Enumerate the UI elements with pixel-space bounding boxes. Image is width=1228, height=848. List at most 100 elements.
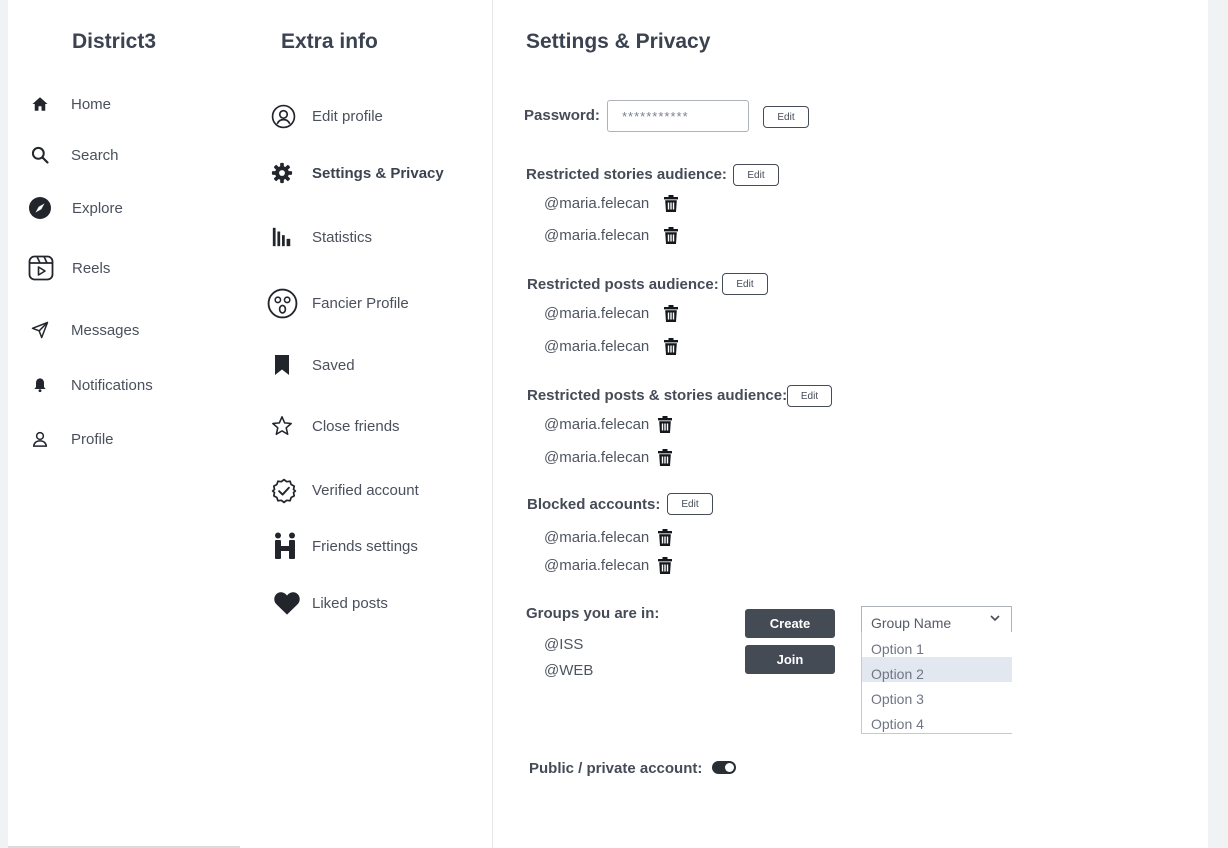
trash-icon[interactable] [664,338,679,355]
dropdown-placeholder: Group Name [871,615,952,631]
toggle-knob [725,763,734,772]
privacy-label: Public / private account: [529,760,703,777]
dropdown-option[interactable]: Option 4 [862,707,1012,732]
extra-item-label: Close friends [312,417,400,435]
extra-item-label: Statistics [312,228,373,246]
sidebar-item-label: Home [71,95,112,113]
sidebar-item-label: Profile [71,430,114,448]
list-item: @maria.felecan [544,449,673,466]
username: @maria.felecan [544,557,650,574]
column-divider [492,0,493,848]
dropdown-options: Option 1 Option 2 Option 3 Option 4 [861,632,1012,734]
edit-blocked-accounts-button[interactable]: Edit [667,493,713,515]
extra-info-title: Extra info [281,30,378,53]
extra-item-friends-settings[interactable]: Friends settings [272,532,418,560]
extra-item-label: Verified account [312,482,419,499]
extra-item-liked-posts[interactable]: Liked posts [272,589,388,617]
extra-item-statistics[interactable]: Statistics [270,225,372,249]
sidebar-item-search[interactable]: Search [28,143,119,167]
sidebar-item-label: Explore [72,199,123,217]
dropdown-header[interactable]: Group Name [861,606,1012,632]
sidebar-item-label: Messages [71,321,140,339]
verified-badge-icon [270,477,297,504]
extra-item-fancier-profile[interactable]: Fancier Profile [267,288,409,319]
edit-password-button[interactable]: Edit [763,106,809,128]
trash-icon[interactable] [658,529,673,546]
extra-item-label: Fancier Profile [312,295,409,312]
password-label: Password: [524,107,600,124]
groups-label: Groups you are in: [526,605,660,622]
username: @maria.felecan [544,305,650,322]
extra-item-label: Edit profile [312,107,383,125]
user-circle-icon [270,103,296,129]
section-label-restricted-posts: Restricted posts audience: [527,276,719,293]
list-item: @maria.felecan [544,416,673,433]
star-icon [270,414,294,438]
extra-item-settings-privacy[interactable]: Settings & Privacy [270,161,444,185]
extra-item-close-friends[interactable]: Close friends [270,414,400,438]
edit-restricted-stories-button[interactable]: Edit [733,164,779,186]
section-label-restricted-stories: Restricted stories audience: [526,166,727,183]
list-item: @maria.felecan [544,557,673,574]
dropdown-option-selected[interactable]: Option 2 [862,657,1012,682]
username: @maria.felecan [544,227,650,244]
user-icon [28,427,52,451]
bell-icon [28,373,52,397]
trash-icon[interactable] [664,227,679,244]
list-item: @maria.felecan [544,529,673,546]
friends-icon [272,532,298,560]
sidebar-item-profile[interactable]: Profile [28,427,114,451]
sidebar-item-explore[interactable]: Explore [28,196,123,220]
bar-chart-icon [270,225,294,249]
home-icon [28,92,52,116]
heart-icon [272,589,302,617]
sidebar-item-label: Search [71,146,119,164]
group-item[interactable]: @ISS [544,636,583,653]
list-item: @maria.felecan [544,227,679,244]
edit-restricted-posts-stories-button[interactable]: Edit [787,385,832,407]
trash-icon[interactable] [658,416,673,433]
settings-title: Settings & Privacy [526,30,711,53]
trash-icon[interactable] [658,557,673,574]
extra-item-edit-profile[interactable]: Edit profile [270,103,383,129]
reels-icon [28,255,54,281]
sidebar-item-notifications[interactable]: Notifications [28,373,153,397]
group-item[interactable]: @WEB [544,662,593,679]
sidebar-item-label: Notifications [71,376,153,394]
bookmark-icon [270,353,294,377]
trash-icon[interactable] [658,449,673,466]
sidebar-item-messages[interactable]: Messages [28,318,139,342]
privacy-toggle[interactable] [712,761,736,774]
trash-icon[interactable] [664,305,679,322]
brand-title: District3 [72,30,157,53]
sidebar-item-reels[interactable]: Reels [28,255,110,281]
compass-icon [28,196,52,220]
extra-item-saved[interactable]: Saved [270,353,355,377]
extra-item-label: Saved [312,356,355,374]
edit-restricted-posts-button[interactable]: Edit [722,273,768,295]
trash-icon[interactable] [664,195,679,212]
extra-item-label: Settings & Privacy [312,164,444,182]
extra-item-label: Friends settings [312,537,418,555]
list-item: @maria.felecan [544,338,679,355]
sidebar-item-home[interactable]: Home [28,92,111,116]
dropdown-option[interactable]: Option 3 [862,682,1012,707]
list-item: @maria.felecan [544,195,679,212]
dropdown-option[interactable]: Option 1 [862,632,1012,657]
chevron-down-icon [990,615,1000,622]
sidebar-item-label: Reels [72,259,111,277]
create-group-button[interactable]: Create [745,609,835,638]
password-field[interactable]: *********** [607,100,749,132]
list-item: @maria.felecan [544,305,679,322]
username: @maria.felecan [544,338,650,355]
extra-item-verified-account[interactable]: Verified account [270,477,419,504]
join-group-button[interactable]: Join [745,645,835,674]
group-name-dropdown[interactable]: Group Name Option 1 Option 2 Option 3 Op… [861,606,1012,734]
search-icon [28,143,52,167]
username: @maria.felecan [544,416,650,433]
username: @maria.felecan [544,449,650,466]
section-label-blocked-accounts: Blocked accounts: [527,496,661,513]
face-icon [267,288,298,319]
gear-icon [270,161,294,185]
send-icon [28,318,52,342]
